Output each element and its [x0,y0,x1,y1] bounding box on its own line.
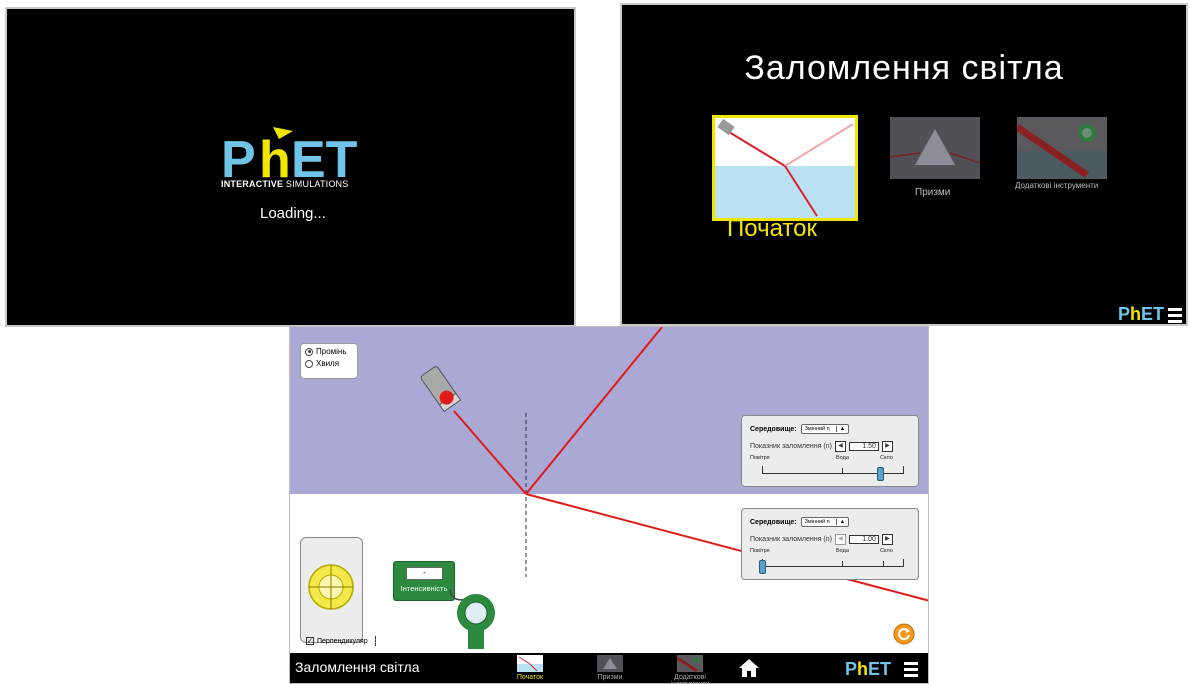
toolbox-panel [300,537,363,643]
intro-thumbnail-icon [715,118,855,218]
slider-tick [842,561,843,567]
hamburger-menu-icon[interactable] [1168,308,1182,326]
slider-label-water: Вода [836,548,849,554]
ray-radio[interactable]: Промінь [305,347,353,356]
screen-button-prisms[interactable] [889,117,981,179]
svg-text:ET: ET [868,659,891,678]
medium-label: Середовище: [750,425,797,433]
top-medium-control-panel: Середовище: Змінний n ▲ Показник заломле… [741,415,919,487]
index-slider-thumb[interactable] [759,560,766,574]
decrease-index-button[interactable]: ◀ [834,441,846,452]
reset-all-icon[interactable] [893,623,915,645]
slider-label-glass: Скло [880,548,893,554]
medium-label: Середовище: [750,518,797,526]
perpendicular-checkbox-row[interactable]: ✓ Перпендикуляр [306,636,377,646]
screen-label-prisms[interactable]: Призми [915,187,950,198]
incident-ray [453,410,527,495]
slider-tick [903,466,904,474]
prisms-thumbnail-icon [889,117,981,179]
intensity-meter-readout: - [406,567,443,580]
navigation-bar: Заломлення світла Початок Призми Додатко… [290,653,928,683]
nav-tab-more-tools-label: Додаткові інструменти [670,674,709,683]
normal-line-icon [374,636,377,646]
laser-pointer-icon[interactable] [418,365,466,417]
svg-text:P: P [845,659,857,678]
slider-label-air: Повітря [750,455,770,461]
svg-text:h: h [857,659,868,678]
screen-label-more-tools[interactable]: Додаткові інструменти [1015,181,1098,190]
ray-label: Промінь [316,347,347,356]
slider-label-water: Вода [836,455,849,461]
screen-label-intro[interactable]: Початок [727,215,817,243]
phet-logo-subtitle: INTERACTIVE SIMULATIONS [221,179,349,189]
svg-text:P: P [1118,304,1130,323]
index-label: Показник заломлення (n) [750,443,832,450]
medium-dropdown[interactable]: Змінний n ▲ [800,517,850,527]
sim-title: Заломлення світла [744,49,1064,87]
dropdown-arrow-icon: ▲ [835,519,845,525]
loading-screen: P h ET INTERACTIVE SIMULATIONS Loading..… [5,7,576,327]
slider-label-air: Повітря [750,548,770,554]
svg-text:ET: ET [1141,304,1164,323]
home-icon[interactable] [738,658,760,678]
slider-label-glass: Скло [880,455,893,461]
slider-tick [883,561,884,567]
intensity-sensor-icon[interactable] [440,589,500,651]
wave-radio[interactable]: Хвиля [305,359,353,368]
view-mode-panel: Промінь Хвиля [300,343,358,379]
slider-tick [762,466,763,474]
ray-radio-button[interactable] [305,347,313,356]
screen-button-intro[interactable] [712,115,858,221]
nav-tab-intro[interactable]: Початок [500,655,560,681]
increase-index-button[interactable]: ▶ [881,441,893,452]
dropdown-arrow-icon: ▲ [835,426,845,432]
index-value: 1.00 [848,535,879,544]
more-tools-thumbnail-icon [1015,117,1107,179]
medium-dropdown-value: Змінний n [804,519,830,525]
perpendicular-checkbox[interactable]: ✓ [306,637,314,645]
nav-tab-prisms[interactable]: Призми [580,655,640,681]
reflected-ray [525,327,663,495]
bottom-medium-control-panel: Середовище: Змінний n ▲ Показник заломле… [741,508,919,580]
loading-text: Loading... [260,205,326,222]
increase-index-button[interactable]: ▶ [881,534,893,545]
hamburger-menu-icon[interactable] [904,662,918,680]
nav-tab-prisms-label: Призми [597,674,623,681]
svg-text:h: h [1130,304,1141,323]
prisms-tab-icon [597,655,623,672]
index-value: 1.50 [848,442,879,451]
slider-tick [903,559,904,567]
light-rays [453,327,928,602]
home-screen: Заломлення світла Початок Призми Додатко… [620,3,1188,326]
screen-button-more-tools[interactable] [1015,117,1107,179]
index-slider-thumb[interactable] [877,467,885,481]
nav-tab-more-tools[interactable]: Додаткові інструменти [660,655,720,683]
index-label: Показник заломлення (n) [750,536,832,543]
wave-radio-button[interactable] [305,359,313,368]
protractor-icon[interactable] [306,562,356,612]
nav-sim-title: Заломлення світла [295,659,420,675]
decrease-index-button[interactable]: ◀ [834,534,846,545]
medium-dropdown-value: Змінний n [804,426,830,432]
phet-footer-logo[interactable]: P h ET [845,658,891,678]
perpendicular-label: Перпендикуляр [317,637,368,645]
phet-footer-logo[interactable]: P h ET [1118,303,1164,323]
wave-label: Хвиля [316,359,340,368]
more-tools-tab-icon [676,655,703,673]
intro-tab-icon [517,655,543,672]
slider-tick [842,468,843,474]
sim-screen: Промінь Хвиля Середовище: Змінний n ▲ По… [289,326,929,684]
medium-dropdown[interactable]: Змінний n ▲ [800,424,850,434]
nav-tab-intro-label: Початок [516,674,544,681]
